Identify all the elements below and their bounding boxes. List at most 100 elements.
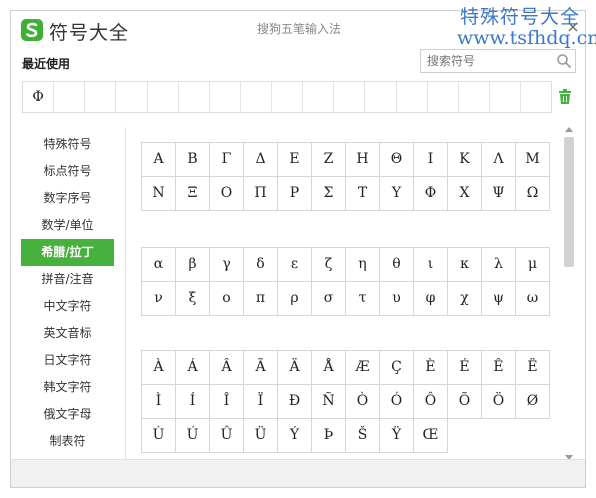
symbol-cell[interactable]: Τ xyxy=(346,177,380,211)
symbol-cell[interactable]: È xyxy=(414,351,448,385)
symbol-cell[interactable]: π xyxy=(244,282,278,316)
symbol-cell[interactable]: Ô xyxy=(414,385,448,419)
symbol-cell[interactable]: Σ xyxy=(312,177,346,211)
symbol-cell[interactable]: Γ xyxy=(210,143,244,177)
search-field[interactable] xyxy=(420,49,576,73)
symbol-cell[interactable]: Š xyxy=(346,419,380,453)
symbol-cell[interactable]: Ü xyxy=(244,419,278,453)
symbol-cell[interactable]: φ xyxy=(414,282,448,316)
symbol-cell[interactable]: μ xyxy=(516,248,550,282)
symbol-cell[interactable]: α xyxy=(142,248,176,282)
symbol-cell[interactable]: É xyxy=(448,351,482,385)
sidebar-item[interactable]: 拼音/注音 xyxy=(21,266,114,293)
symbol-cell[interactable]: λ xyxy=(482,248,516,282)
symbol-cell[interactable]: Ñ xyxy=(312,385,346,419)
symbol-cell[interactable]: Ã xyxy=(244,351,278,385)
symbol-cell[interactable]: Β xyxy=(176,143,210,177)
trash-icon[interactable] xyxy=(558,89,572,105)
recent-symbol-cell[interactable] xyxy=(179,82,210,112)
recent-symbol-cell[interactable] xyxy=(521,82,551,112)
recent-symbol-cell[interactable] xyxy=(148,82,179,112)
symbol-cell[interactable]: Π xyxy=(244,177,278,211)
search-icon[interactable] xyxy=(556,53,572,69)
recent-symbol-cell[interactable] xyxy=(272,82,304,112)
symbol-cell[interactable]: β xyxy=(176,248,210,282)
symbol-cell[interactable]: ι xyxy=(414,248,448,282)
symbol-cell[interactable]: Ö xyxy=(482,385,516,419)
symbol-cell[interactable]: Ð xyxy=(278,385,312,419)
symbol-cell[interactable]: Α xyxy=(142,143,176,177)
symbol-cell[interactable]: Ω xyxy=(516,177,550,211)
symbol-cell[interactable]: Ο xyxy=(210,177,244,211)
symbol-cell[interactable]: Ò xyxy=(346,385,380,419)
symbol-cell[interactable]: Ρ xyxy=(278,177,312,211)
symbol-cell[interactable]: Κ xyxy=(448,143,482,177)
symbol-cell[interactable]: Μ xyxy=(516,143,550,177)
symbol-cell[interactable]: Ç xyxy=(380,351,414,385)
symbol-cell[interactable]: σ xyxy=(312,282,346,316)
symbol-cell[interactable]: Ξ xyxy=(176,177,210,211)
symbol-cell[interactable]: Η xyxy=(346,143,380,177)
symbol-cell[interactable]: Å xyxy=(312,351,346,385)
sidebar-item[interactable]: 特殊符号 xyxy=(21,131,114,158)
symbol-cell[interactable]: Φ xyxy=(414,177,448,211)
symbol-cell[interactable]: Ù xyxy=(142,419,176,453)
recent-symbol-cell[interactable] xyxy=(116,82,148,112)
symbol-cell[interactable]: Ÿ xyxy=(380,419,414,453)
symbol-cell[interactable]: Ê xyxy=(482,351,516,385)
sidebar-item[interactable]: 希腊/拉丁 xyxy=(21,239,114,266)
symbol-cell[interactable]: ρ xyxy=(278,282,312,316)
symbol-cell[interactable]: Ú xyxy=(176,419,210,453)
symbol-cell[interactable]: τ xyxy=(346,282,380,316)
symbol-cell[interactable]: Æ xyxy=(346,351,380,385)
symbol-cell[interactable]: Õ xyxy=(448,385,482,419)
symbol-cell[interactable]: À xyxy=(142,351,176,385)
sidebar-item[interactable]: 韩文字符 xyxy=(21,374,114,401)
symbol-cell[interactable]: Û xyxy=(210,419,244,453)
symbol-cell[interactable]: ξ xyxy=(176,282,210,316)
sidebar-item[interactable]: 制表符 xyxy=(21,428,114,455)
sidebar-item[interactable]: 中文字符 xyxy=(21,293,114,320)
recent-symbol-cell[interactable]: Φ xyxy=(23,82,55,112)
symbol-cell[interactable]: Ä xyxy=(278,351,312,385)
symbol-cell[interactable]: Ν xyxy=(142,177,176,211)
symbol-cell[interactable]: υ xyxy=(380,282,414,316)
symbol-cell[interactable]: Ι xyxy=(414,143,448,177)
symbol-cell[interactable]: Ë xyxy=(516,351,550,385)
recent-symbol-cell[interactable] xyxy=(210,82,241,112)
symbol-cell[interactable]: ψ xyxy=(482,282,516,316)
recent-symbol-cell[interactable] xyxy=(490,82,521,112)
scroll-up-arrow-icon[interactable] xyxy=(565,127,573,132)
symbol-cell[interactable]: Ø xyxy=(516,385,550,419)
symbol-cell[interactable]: Þ xyxy=(312,419,346,453)
sidebar-item[interactable]: 日文字符 xyxy=(21,347,114,374)
symbol-cell[interactable]: Υ xyxy=(380,177,414,211)
recent-symbol-cell[interactable] xyxy=(365,82,397,112)
symbol-cell[interactable]: ο xyxy=(210,282,244,316)
sidebar-item[interactable]: 俄文字母 xyxy=(21,401,114,428)
sidebar-item[interactable]: 标点符号 xyxy=(21,158,114,185)
symbol-cell[interactable]: ε xyxy=(278,248,312,282)
search-input[interactable] xyxy=(421,50,553,72)
symbol-cell[interactable]: χ xyxy=(448,282,482,316)
symbol-cell[interactable]: Í xyxy=(176,385,210,419)
symbol-cell[interactable]: Î xyxy=(210,385,244,419)
symbol-cell[interactable]: η xyxy=(346,248,380,282)
symbol-cell[interactable]: θ xyxy=(380,248,414,282)
sidebar-item[interactable]: 数字序号 xyxy=(21,185,114,212)
symbol-cell[interactable]: Ï xyxy=(244,385,278,419)
symbol-cell[interactable]: ν xyxy=(142,282,176,316)
recent-symbol-cell[interactable] xyxy=(428,82,459,112)
symbol-cell[interactable]: Ý xyxy=(278,419,312,453)
symbol-cell[interactable]: Θ xyxy=(380,143,414,177)
symbol-cell[interactable]: κ xyxy=(448,248,482,282)
symbol-cell[interactable]: Λ xyxy=(482,143,516,177)
sidebar-item[interactable]: 数学/单位 xyxy=(21,212,114,239)
symbol-cell[interactable]: Δ xyxy=(244,143,278,177)
recent-symbol-cell[interactable] xyxy=(459,82,490,112)
recent-symbol-cell[interactable] xyxy=(85,82,117,112)
symbol-cell[interactable]: ω xyxy=(516,282,550,316)
recent-symbol-cell[interactable] xyxy=(397,82,428,112)
symbol-cell[interactable]: ζ xyxy=(312,248,346,282)
recent-symbol-cell[interactable] xyxy=(54,82,86,112)
